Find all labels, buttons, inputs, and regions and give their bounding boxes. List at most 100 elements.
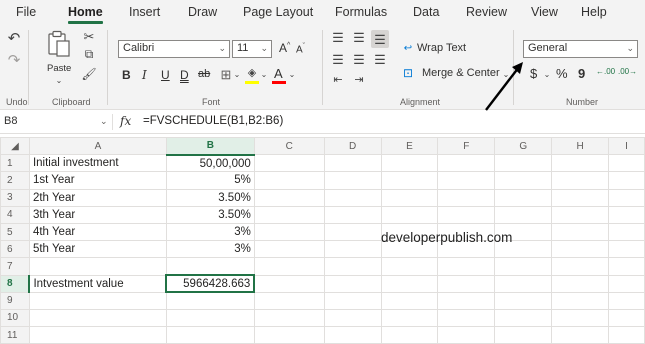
cell[interactable]: [253, 188, 325, 207]
cell[interactable]: [253, 257, 325, 276]
tab-file[interactable]: File: [16, 5, 36, 19]
grow-font-button[interactable]: A^: [279, 41, 290, 55]
cell[interactable]: [253, 154, 325, 173]
cell[interactable]: [380, 308, 439, 328]
cell[interactable]: [437, 171, 496, 190]
cell[interactable]: [437, 154, 496, 173]
cell[interactable]: [608, 205, 645, 224]
italic-button[interactable]: I: [142, 68, 147, 82]
row-header[interactable]: 5: [0, 222, 30, 242]
cell-a[interactable]: 3th Year: [28, 205, 167, 224]
increase-decimal-button[interactable]: ←.00: [596, 67, 615, 76]
cell[interactable]: [323, 188, 382, 207]
font-size-select[interactable]: 11 ⌄: [232, 40, 272, 58]
shrink-font-button[interactable]: Aˇ: [296, 43, 305, 55]
row-header[interactable]: 7: [0, 257, 30, 276]
cell[interactable]: [380, 257, 439, 276]
cell[interactable]: [494, 291, 553, 310]
row-header[interactable]: 3: [0, 188, 30, 207]
cell[interactable]: [323, 222, 382, 242]
font-name-select[interactable]: Calibri ⌄: [118, 40, 230, 58]
column-header-d[interactable]: D: [323, 136, 382, 156]
row-header[interactable]: 9: [0, 291, 30, 310]
tab-review[interactable]: Review: [466, 5, 507, 19]
number-format-select[interactable]: General ⌄: [523, 40, 638, 58]
cell-b[interactable]: 5%: [165, 171, 255, 190]
cell-b[interactable]: 3.50%: [165, 205, 255, 224]
cell[interactable]: [608, 171, 645, 190]
cell[interactable]: [551, 240, 610, 259]
active-cell[interactable]: 5966428.663: [165, 273, 256, 294]
tab-page-layout[interactable]: Page Layout: [243, 5, 313, 19]
column-header-h[interactable]: H: [551, 136, 610, 156]
cell-a[interactable]: 2th Year: [28, 188, 167, 207]
cell-b[interactable]: [165, 326, 255, 344]
cell-a[interactable]: 1st Year: [28, 171, 167, 190]
cell-b[interactable]: [165, 308, 255, 328]
fill-color-icon[interactable]: ◈: [245, 66, 259, 80]
cell[interactable]: [494, 274, 553, 293]
paste-dropdown-icon[interactable]: ⌄: [54, 76, 64, 86]
cell[interactable]: [551, 291, 610, 310]
cell-a[interactable]: 4th Year: [28, 222, 167, 242]
comma-style-button[interactable]: 9: [578, 66, 585, 81]
cell[interactable]: [437, 291, 496, 310]
cell[interactable]: [253, 222, 325, 242]
cell[interactable]: [380, 171, 439, 190]
cell[interactable]: [437, 274, 496, 293]
paste-icon[interactable]: [44, 30, 74, 58]
chevron-down-icon[interactable]: ⌄: [543, 70, 551, 80]
tab-insert[interactable]: Insert: [129, 5, 160, 19]
cell[interactable]: [551, 188, 610, 207]
cell[interactable]: [437, 205, 496, 224]
cell-a[interactable]: [28, 308, 167, 328]
cell[interactable]: [323, 274, 382, 293]
align-center-icon[interactable]: ☰: [352, 52, 366, 66]
column-header-a[interactable]: A: [28, 136, 167, 156]
row-header[interactable]: 6: [0, 240, 30, 259]
cell[interactable]: [380, 205, 439, 224]
cell-a[interactable]: Initial investment: [28, 154, 167, 173]
cell[interactable]: [253, 326, 325, 344]
cell[interactable]: [551, 326, 610, 344]
cell-b[interactable]: 3.50%: [165, 188, 255, 207]
cell[interactable]: [437, 188, 496, 207]
increase-indent-icon[interactable]: ⇥: [352, 73, 366, 87]
column-header-b[interactable]: B: [165, 136, 255, 156]
column-header-g[interactable]: G: [494, 136, 553, 156]
cell[interactable]: [494, 257, 553, 276]
cell[interactable]: [494, 326, 553, 344]
cell-b[interactable]: 3%: [165, 222, 255, 242]
cell[interactable]: [253, 291, 325, 310]
row-header[interactable]: 11: [0, 326, 30, 344]
cell[interactable]: [551, 308, 610, 328]
cell[interactable]: [437, 257, 496, 276]
align-bottom-icon[interactable]: ☰: [371, 30, 389, 48]
tab-view[interactable]: View: [531, 5, 558, 19]
underline-button[interactable]: U: [161, 68, 170, 82]
cell[interactable]: [494, 205, 553, 224]
row-header[interactable]: 2: [0, 171, 30, 190]
cell[interactable]: [253, 274, 325, 293]
cell[interactable]: [253, 205, 325, 224]
cell[interactable]: [608, 222, 645, 242]
borders-icon[interactable]: ⊞: [219, 67, 233, 81]
row-header[interactable]: 10: [0, 308, 30, 328]
cell[interactable]: [437, 308, 496, 328]
chevron-down-icon[interactable]: ⌄: [233, 70, 241, 80]
formula-input[interactable]: =FVSCHEDULE(B1,B2:B6): [143, 115, 283, 127]
cell[interactable]: [608, 154, 645, 173]
cell[interactable]: [608, 274, 645, 293]
cell[interactable]: [551, 257, 610, 276]
column-header-f[interactable]: F: [437, 136, 496, 156]
cell-a[interactable]: Intvestment value: [28, 274, 167, 293]
cell[interactable]: [323, 291, 382, 310]
decrease-indent-icon[interactable]: ⇤: [331, 73, 345, 87]
row-header[interactable]: 8: [0, 274, 31, 293]
tab-data[interactable]: Data: [413, 5, 439, 19]
decrease-decimal-button[interactable]: .00→: [618, 67, 637, 76]
tab-help[interactable]: Help: [581, 5, 607, 19]
cell-b[interactable]: 50,00,000: [165, 154, 255, 173]
cell[interactable]: [494, 308, 553, 328]
undo-icon[interactable]: ↶: [6, 30, 22, 46]
